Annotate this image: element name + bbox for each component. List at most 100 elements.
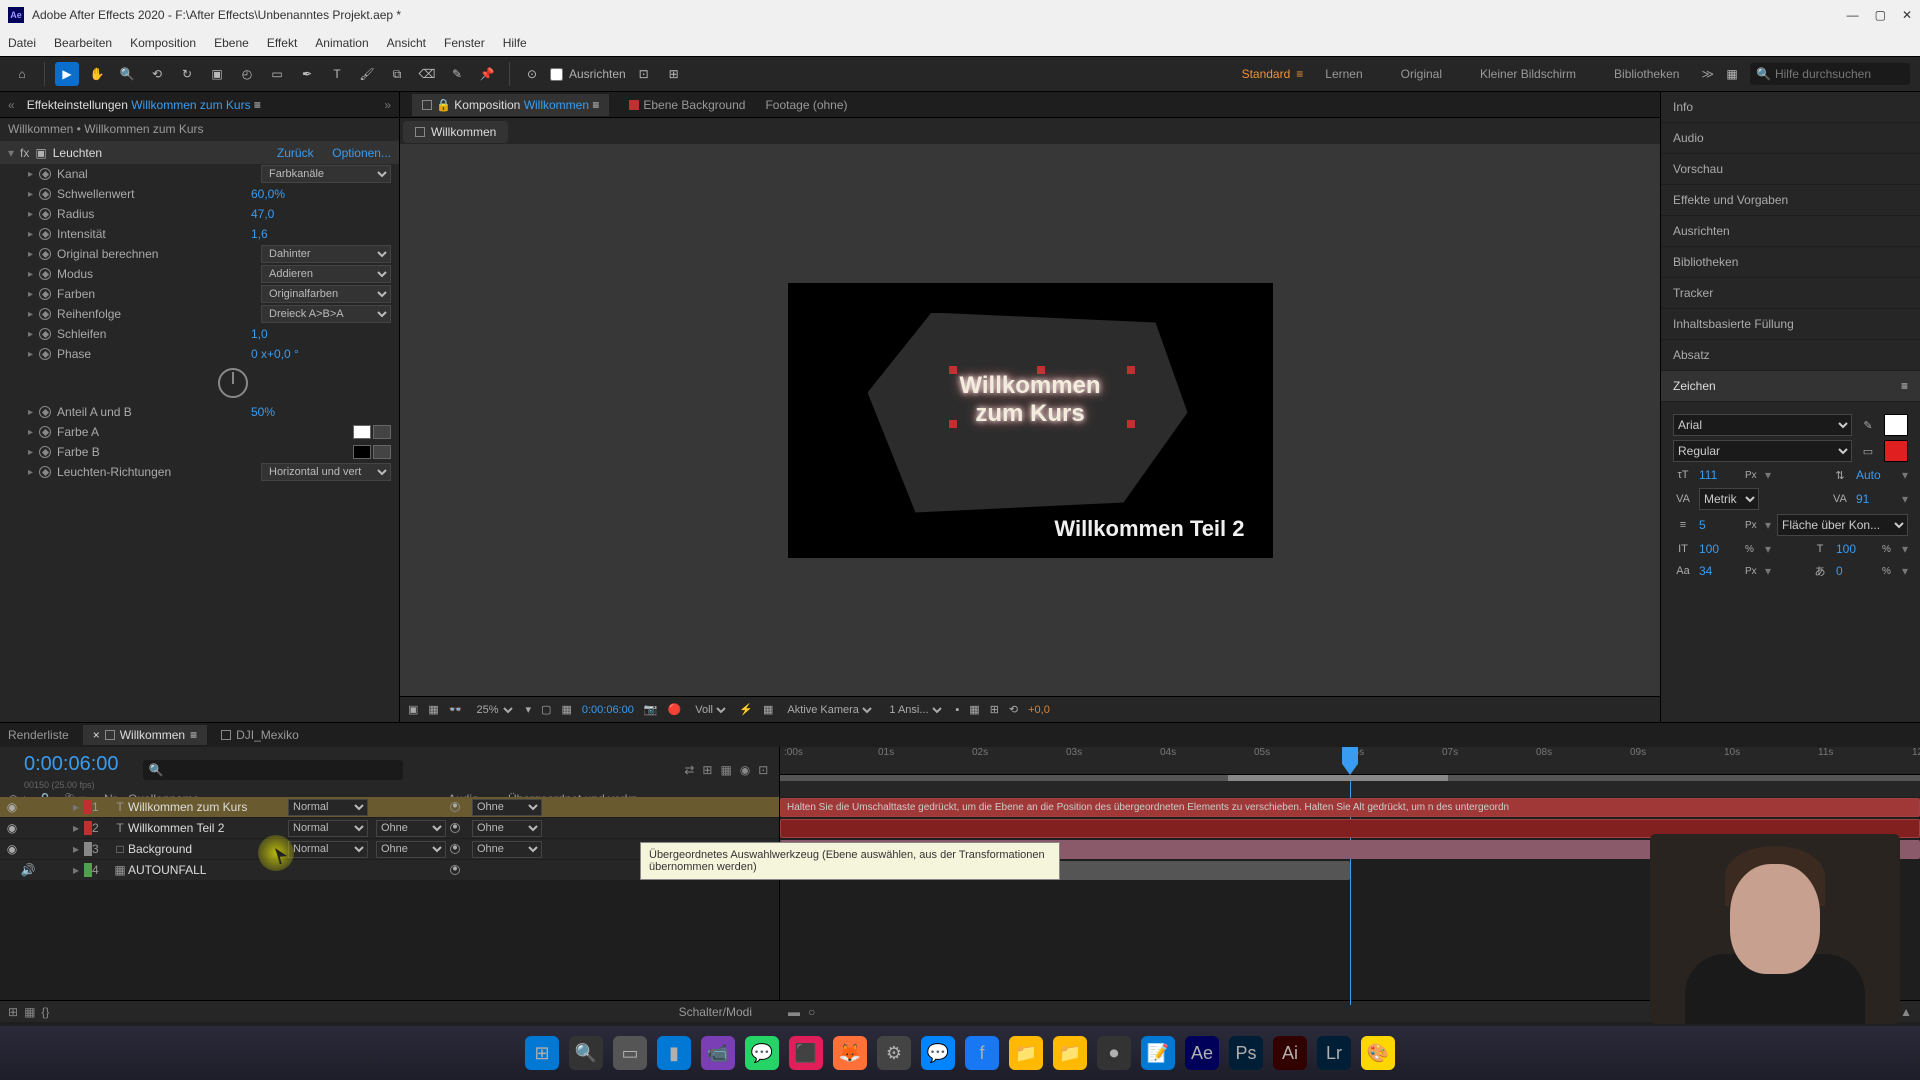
text-layer-sub[interactable]: Willkommen Teil 2 (1054, 516, 1244, 542)
zoom-out-icon[interactable]: ▬ (788, 1005, 800, 1019)
menu-effect[interactable]: Effekt (267, 36, 297, 50)
kerning-dropdown[interactable]: Metrik (1699, 488, 1759, 510)
menu-window[interactable]: Fenster (444, 36, 485, 50)
fx-prop-dropdown[interactable]: Dreieck A>B>A (261, 305, 391, 323)
panel-ausrichten[interactable]: Ausrichten (1661, 216, 1920, 247)
menu-composition[interactable]: Komposition (130, 36, 196, 50)
fx-mask-icon[interactable]: ▣ (35, 146, 46, 160)
pan-behind-tool-icon[interactable]: ◴ (235, 62, 259, 86)
snap-anchor-icon[interactable]: ⊙ (520, 62, 544, 86)
fx-prop-modus[interactable]: ▸ModusAddieren (0, 264, 399, 284)
panel-vorschau[interactable]: Vorschau (1661, 154, 1920, 185)
workspace-bibliotheken[interactable]: Bibliotheken (1614, 67, 1679, 81)
taskbar-app-9[interactable]: 💬 (921, 1036, 955, 1070)
maximize-button[interactable]: ▢ (1875, 8, 1886, 22)
leading-input[interactable] (1856, 468, 1896, 482)
fx-prop-schwellenwert[interactable]: ▸Schwellenwert60,0% (0, 184, 399, 204)
blend-mode-dropdown[interactable]: Normal (288, 820, 368, 837)
panel-absatz[interactable]: Absatz (1661, 340, 1920, 371)
fx-reset-link[interactable]: Zurück (277, 146, 314, 160)
fx-options-link[interactable]: Optionen... (332, 146, 391, 160)
vscale-input[interactable] (1699, 542, 1739, 556)
workspace-lernen[interactable]: Lernen (1325, 67, 1362, 81)
panel-audio[interactable]: Audio (1661, 123, 1920, 154)
stroke-fill-dropdown[interactable]: Fläche über Kon... (1777, 514, 1908, 536)
layer-color-label[interactable] (84, 821, 92, 835)
roto-tool-icon[interactable]: ✎ (445, 62, 469, 86)
stroke-icon[interactable]: ▭ (1858, 442, 1878, 460)
layer-color-label[interactable] (84, 863, 92, 877)
menu-view[interactable]: Ansicht (387, 36, 426, 50)
resolution-dropdown[interactable]: Voll (691, 703, 729, 717)
text-layer-main[interactable]: Willkommenzum Kurs (959, 372, 1100, 428)
fx-prop-phase[interactable]: ▸Phase0 x+0,0 ° (0, 344, 399, 364)
taskbar-app-16[interactable]: Ps (1229, 1036, 1263, 1070)
roi-icon[interactable]: ▢ (541, 703, 551, 716)
tl-btn-3[interactable]: ▦ (720, 763, 731, 777)
zoom-dropdown[interactable]: 25% (473, 703, 516, 717)
fx-prop-kanal[interactable]: ▸KanalFarbkanäle (0, 164, 399, 184)
font-size-input[interactable] (1699, 468, 1739, 482)
timeline-search[interactable]: 🔍 (143, 760, 403, 780)
tl-tab-willkommen[interactable]: × Willkommen ≡ (83, 725, 207, 745)
menu-layer[interactable]: Ebene (214, 36, 249, 50)
taskbar-app-11[interactable]: 📁 (1009, 1036, 1043, 1070)
fx-prop-dropdown[interactable]: Farbkanäle (261, 165, 391, 183)
channel-icon[interactable]: 🔴 (668, 703, 682, 716)
fx-prop-leuchten-richtungen[interactable]: ▸Leuchten-RichtungenHorizontal und vert (0, 462, 399, 482)
layer-name[interactable]: Willkommen zum Kurs (128, 800, 288, 814)
panel-effekte-und-vorgaben[interactable]: Effekte und Vorgaben (1661, 185, 1920, 216)
view-opt4-icon[interactable]: ⟲ (1009, 703, 1018, 716)
blend-mode-dropdown[interactable]: Normal (288, 799, 368, 816)
taskbar-app-12[interactable]: 📁 (1053, 1036, 1087, 1070)
visibility-toggle-icon[interactable]: ◉ (4, 842, 20, 856)
taskbar-app-6[interactable]: ⬛ (789, 1036, 823, 1070)
hand-tool-icon[interactable]: ✋ (85, 62, 109, 86)
panel-tracker[interactable]: Tracker (1661, 278, 1920, 309)
comp-tab-footage[interactable]: Footage (ohne) (765, 98, 847, 112)
fx-toggle-icon[interactable]: fx (20, 146, 29, 160)
fx-prop-farben[interactable]: ▸FarbenOriginalfarben (0, 284, 399, 304)
layer-row-2[interactable]: ◉ ▸ 2 T Willkommen Teil 2 Normal Ohne Oh… (0, 818, 779, 839)
fast-preview-icon[interactable]: ⚡ (739, 703, 753, 716)
fx-prop-farbe-a[interactable]: ▸Farbe A (0, 422, 399, 442)
view-opt1-icon[interactable]: ▪ (955, 704, 959, 716)
workspace-standard[interactable]: Standard (1242, 67, 1291, 81)
eraser-tool-icon[interactable]: ⌫ (415, 62, 439, 86)
taskbar-app-10[interactable]: f (965, 1036, 999, 1070)
minimize-button[interactable]: — (1847, 8, 1859, 22)
menu-edit[interactable]: Bearbeiten (54, 36, 112, 50)
views-dropdown[interactable]: 1 Ansi... (885, 703, 945, 717)
zoom-in-icon[interactable]: ▲ (1900, 1005, 1912, 1019)
panel-zeichen-header[interactable]: Zeichen≡ (1661, 371, 1920, 402)
stroke-width-input[interactable] (1699, 518, 1739, 532)
eyedropper-icon[interactable]: ✎ (1858, 416, 1878, 434)
parent-dropdown[interactable]: Ohne (472, 820, 542, 837)
type-tool-icon[interactable]: T (325, 62, 349, 86)
fx-prop-anteil-a-und-b[interactable]: ▸Anteil A und B50% (0, 402, 399, 422)
exposure-value[interactable]: +0,0 (1028, 704, 1050, 716)
fx-prop-schleifen[interactable]: ▸Schleifen1,0 (0, 324, 399, 344)
audio-toggle-icon[interactable]: 🔊 (20, 863, 36, 877)
track-matte-dropdown[interactable]: Ohne (376, 820, 446, 837)
taskbar-app-18[interactable]: Lr (1317, 1036, 1351, 1070)
panel-inhaltsbasierte-füllung[interactable]: Inhaltsbasierte Füllung (1661, 309, 1920, 340)
transparency-icon[interactable]: ▦ (561, 703, 571, 716)
timeline-current-time[interactable]: 0:00:06:00 (12, 749, 131, 780)
clone-tool-icon[interactable]: ⧉ (385, 62, 409, 86)
tl-tab-dji[interactable]: DJI_Mexiko (221, 728, 299, 742)
fx-prop-dropdown[interactable]: Addieren (261, 265, 391, 283)
tsume-input[interactable] (1836, 564, 1876, 578)
camera-dropdown[interactable]: Aktive Kamera (783, 703, 875, 717)
snapshot-icon[interactable]: 📷 (644, 703, 658, 716)
phase-dial[interactable] (218, 368, 248, 398)
parent-whip-icon[interactable] (446, 865, 464, 875)
tab-effect-controls[interactable]: Effekteinstellungen Willkommen zum Kurs … (27, 98, 261, 112)
workspace-switcher-icon[interactable]: ▦ (1720, 62, 1744, 86)
panel-info[interactable]: Info (1661, 92, 1920, 123)
toggle-switches-icon[interactable]: ⊞ (8, 1005, 18, 1019)
guides-icon[interactable]: ▦ (763, 703, 773, 716)
fx-prop-dropdown[interactable]: Dahinter (261, 245, 391, 263)
comp-tab-active[interactable]: 🔒 Komposition Willkommen ≡ (412, 94, 609, 116)
menu-animation[interactable]: Animation (315, 36, 368, 50)
